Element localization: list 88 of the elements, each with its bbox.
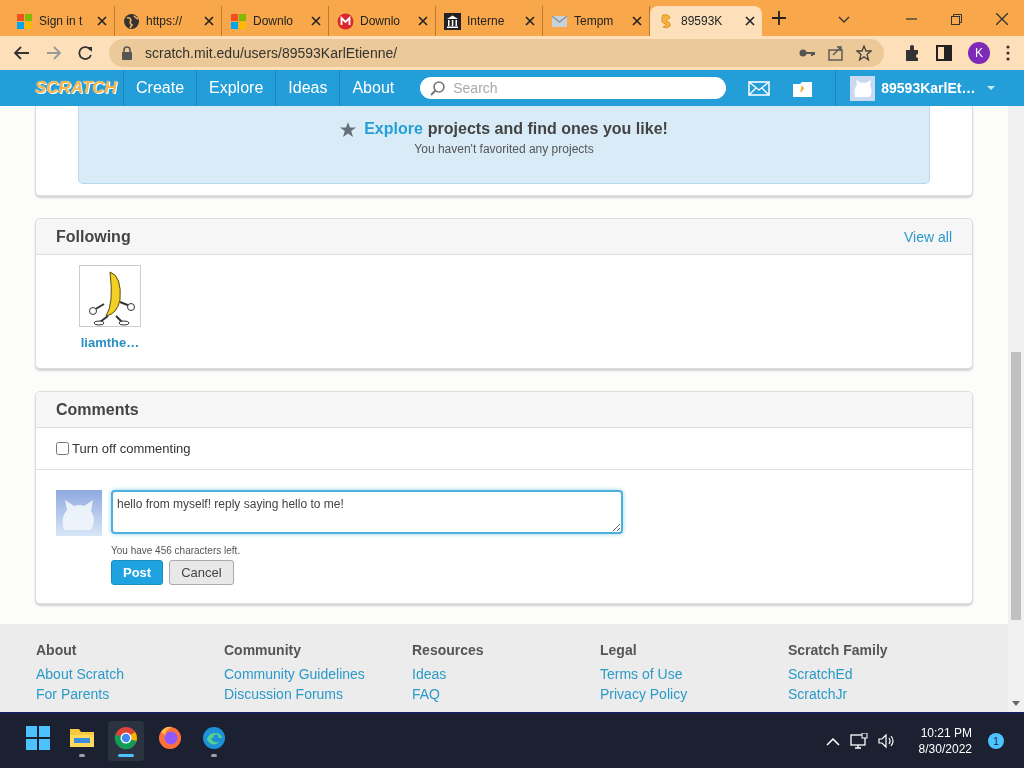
username[interactable]: 89593KarlEt… — [881, 80, 976, 96]
close-icon[interactable] — [418, 16, 428, 26]
notification-badge[interactable]: 1 — [988, 733, 1004, 749]
section-title: Following — [56, 227, 131, 246]
close-icon[interactable] — [996, 13, 1008, 25]
clock-time: 10:21 PM — [919, 725, 972, 741]
speaker-icon[interactable] — [877, 733, 895, 749]
username-link[interactable]: liamthe… — [80, 335, 140, 350]
star-icon[interactable] — [856, 45, 872, 61]
clock-date: 8/30/2022 — [918, 741, 972, 757]
share-icon[interactable] — [828, 45, 844, 61]
footer-link[interactable]: Privacy Policy — [600, 686, 788, 702]
tab-title: Interne — [467, 14, 506, 28]
close-icon[interactable] — [525, 16, 535, 26]
footer-link[interactable]: ScratchEd — [788, 666, 976, 682]
user-thumbnail[interactable] — [79, 265, 141, 327]
tab-title: https:// — [146, 14, 184, 28]
footer-link[interactable]: Discussion Forums — [224, 686, 412, 702]
post-button[interactable]: Post — [111, 560, 164, 585]
footer-heading: Legal — [600, 642, 638, 658]
favorites-note: You haven't favorited any projects — [414, 142, 594, 156]
envelope-icon[interactable] — [748, 80, 771, 96]
puzzle-icon[interactable] — [904, 44, 920, 62]
envelope-icon — [551, 12, 568, 30]
bank-icon — [444, 12, 461, 30]
user-avatar — [56, 490, 102, 536]
checkbox-label: Turn off commenting — [72, 441, 191, 456]
chrome-logo-icon — [114, 725, 138, 750]
cancel-button[interactable]: Cancel — [169, 560, 234, 585]
taskbar-app[interactable] — [108, 721, 144, 761]
key-icon[interactable] — [799, 47, 816, 59]
fox-globe-icon — [158, 725, 182, 750]
network-icon[interactable] — [849, 733, 868, 749]
start-icon — [26, 725, 50, 750]
windows-logo-icon — [230, 12, 247, 30]
footer-link[interactable]: Ideas — [412, 666, 600, 682]
checkbox[interactable] — [56, 442, 69, 455]
search-icon — [430, 81, 446, 96]
address-bar[interactable]: scratch.mit.edu/users/89593KarlEtienne/ — [109, 39, 884, 67]
tab-title: Tempm — [574, 14, 615, 28]
close-icon[interactable] — [745, 16, 755, 26]
footer-link[interactable]: Terms of Use — [600, 666, 788, 682]
back-icon[interactable] — [14, 46, 30, 60]
close-icon[interactable] — [632, 16, 642, 26]
tab-title: Sign in t — [39, 14, 84, 28]
star-icon — [340, 121, 357, 137]
side-panel-icon[interactable] — [936, 45, 952, 61]
tab-title: Downlo — [360, 14, 402, 28]
footer-link[interactable]: About Scratch — [36, 666, 224, 682]
footer-heading: Community — [224, 642, 302, 658]
chevron-down-icon[interactable] — [838, 15, 850, 23]
footer-link[interactable]: FAQ — [412, 686, 600, 702]
chevron-up-icon[interactable] — [825, 736, 840, 746]
scratch-logo[interactable]: SCRATCH — [35, 78, 115, 98]
tab-title: Downlo — [253, 14, 295, 28]
close-icon[interactable] — [311, 16, 321, 26]
scroll-down-icon[interactable] — [1012, 701, 1020, 706]
wave-logo-icon — [202, 725, 226, 750]
globe-icon — [123, 12, 140, 30]
lock-icon — [121, 46, 133, 60]
scrollbar[interactable] — [1008, 106, 1024, 712]
close-icon[interactable] — [97, 16, 107, 26]
search-field[interactable]: Search — [420, 77, 727, 99]
m-circle-icon — [337, 12, 354, 30]
browser-tab[interactable]: 89593K — [650, 6, 762, 36]
more-menu-icon[interactable] — [1006, 45, 1010, 61]
footer-heading: About — [36, 642, 78, 658]
footer-link[interactable]: For Parents — [36, 686, 224, 702]
footer-heading: Resources — [412, 642, 485, 658]
footer-link[interactable]: ScratchJr — [788, 686, 976, 702]
footer-link[interactable]: Community Guidelines — [224, 666, 412, 682]
favorites-prompt: projects and find ones you like! — [427, 120, 668, 138]
character-count: You have 456 characters left. — [111, 545, 242, 556]
profile-avatar[interactable]: K — [968, 42, 990, 64]
restore-icon[interactable] — [951, 13, 962, 25]
tab-title: 89593K — [681, 14, 724, 28]
section-title: Comments — [56, 400, 139, 419]
footer-heading: Scratch Family — [788, 642, 889, 658]
comment-field[interactable]: hello from myself! reply saying hello to me! — [111, 490, 623, 534]
clock[interactable]: 10:21 PM 8/30/2022 — [918, 725, 972, 757]
reload-icon[interactable] — [78, 45, 93, 61]
close-icon[interactable] — [204, 16, 214, 26]
view-all-link[interactable]: View all — [904, 228, 952, 245]
windows-logo-icon — [16, 12, 33, 30]
url-text: scratch.mit.edu/users/89593KarlEtienne/ — [145, 45, 398, 61]
new-tab-icon[interactable] — [772, 11, 786, 25]
user-avatar[interactable] — [850, 75, 876, 101]
explore-link[interactable]: Explore — [364, 120, 423, 138]
